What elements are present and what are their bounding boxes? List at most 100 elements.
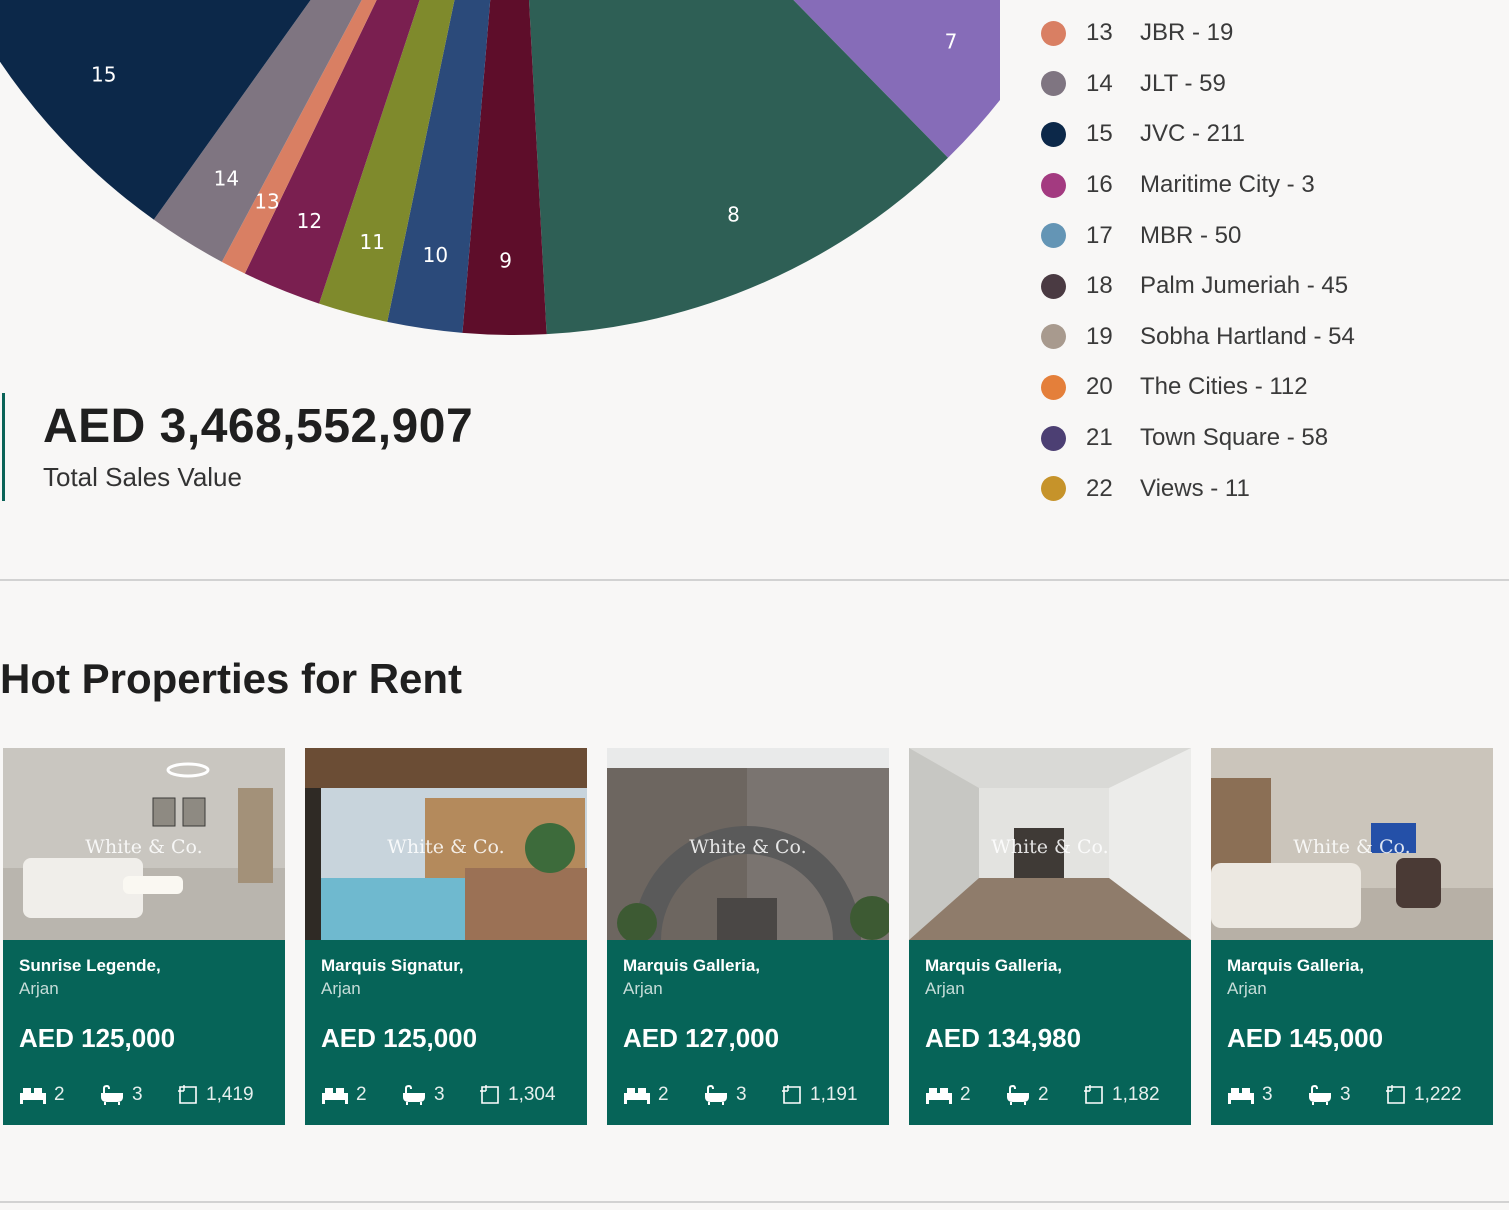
property-card[interactable]: White & Co. Sunrise Legende, Arjan AED 1… (3, 748, 285, 1125)
size-sqft: 1,304 (508, 1084, 556, 1105)
section-title: Hot Properties for Rent (0, 655, 463, 702)
bed-icon (1228, 1088, 1254, 1104)
property-photo[interactable]: White & Co. (3, 748, 285, 940)
pie-label-10: 10 (423, 243, 448, 267)
property-area: Arjan (1227, 979, 1267, 998)
section-divider (0, 579, 1509, 581)
beds-count: 2 (658, 1084, 669, 1105)
size-sqft: 1,419 (206, 1084, 254, 1105)
baths-count: 3 (434, 1084, 445, 1105)
legend-label: JVC - 211 (1140, 120, 1245, 148)
legend-label: Sobha Hartland - 54 (1140, 322, 1355, 350)
property-price: AED 125,000 (19, 1023, 176, 1053)
bathtub-icon (1309, 1085, 1331, 1105)
property-name[interactable]: Marquis Galleria, (623, 956, 873, 976)
beds-feature: 2 (321, 1084, 401, 1106)
property-price: AED 134,980 (925, 1023, 1082, 1053)
property-name[interactable]: Marquis Signatur, (321, 956, 571, 976)
legend-item[interactable]: 14 JLT - 59 (1041, 59, 1355, 110)
area-icon (1386, 1085, 1405, 1104)
legend-color-dot (1041, 20, 1066, 46)
watermark-text: White & Co. (387, 836, 505, 858)
legend-number: 14 (1086, 69, 1113, 97)
property-price: AED 127,000 (623, 1023, 780, 1053)
legend-color-dot (1041, 324, 1066, 350)
legend-color-dot (1041, 425, 1066, 451)
beds-count: 2 (54, 1084, 65, 1105)
baths-count: 3 (1340, 1084, 1351, 1105)
watermark-text: White & Co. (1293, 836, 1411, 858)
legend-color-dot (1041, 71, 1066, 97)
section-divider-bottom (0, 1201, 1509, 1203)
property-photo[interactable]: White & Co. (909, 748, 1191, 940)
property-card[interactable]: White & Co. Marquis Signatur, Arjan AED … (305, 748, 587, 1125)
size-feature: 1,222 (1385, 1084, 1462, 1106)
legend-label: JLT - 59 (1140, 69, 1226, 97)
legend-label: Palm Jumeriah - 45 (1140, 272, 1349, 300)
property-card[interactable]: White & Co. Marquis Galleria, Arjan AED … (1211, 748, 1493, 1125)
bed-icon (20, 1088, 46, 1104)
baths-feature: 2 (1005, 1084, 1083, 1106)
legend-number: 18 (1086, 272, 1113, 300)
property-area: Arjan (321, 979, 361, 998)
baths-feature: 3 (1307, 1084, 1385, 1106)
legend-item[interactable]: 22 Views - 11 (1041, 463, 1355, 514)
legend-label: Town Square - 58 (1140, 424, 1329, 452)
legend-label: The Cities - 112 (1140, 373, 1308, 401)
legend-item[interactable]: 18 Palm Jumeriah - 45 (1041, 261, 1355, 312)
legend-item[interactable]: 13 JBR - 19 (1041, 8, 1355, 59)
bathtub-icon (1007, 1085, 1029, 1105)
property-name[interactable]: Marquis Galleria, (1227, 956, 1477, 976)
pie-label-11: 11 (359, 230, 384, 254)
legend-number: 15 (1086, 120, 1113, 148)
area-icon (178, 1085, 197, 1104)
pie-label-15: 15 (91, 63, 116, 87)
bathtub-icon (101, 1085, 123, 1105)
pie-chart: 789101112131415 (0, 0, 1000, 335)
property-area: Arjan (19, 979, 59, 998)
property-name[interactable]: Marquis Galleria, (925, 956, 1175, 976)
baths-feature: 3 (401, 1084, 479, 1106)
legend-item[interactable]: 16 Maritime City - 3 (1041, 160, 1355, 211)
legend-color-dot (1041, 273, 1066, 299)
baths-feature: 3 (703, 1084, 781, 1106)
size-feature: 1,419 (177, 1084, 254, 1106)
size-sqft: 1,182 (1112, 1084, 1160, 1105)
legend-item[interactable]: 21 Town Square - 58 (1041, 413, 1355, 464)
total-sales-label: Total Sales Value (43, 462, 242, 492)
legend-item[interactable]: 15 JVC - 211 (1041, 109, 1355, 160)
property-area: Arjan (925, 979, 965, 998)
property-card[interactable]: White & Co. Marquis Galleria, Arjan AED … (909, 748, 1191, 1125)
property-cards: White & Co. Sunrise Legende, Arjan AED 1… (3, 748, 1493, 1125)
pie-label-12: 12 (297, 209, 322, 233)
beds-feature: 3 (1227, 1084, 1307, 1106)
property-features: 3 3 1,222 (1227, 1084, 1477, 1106)
property-price: AED 125,000 (321, 1023, 478, 1053)
size-feature: 1,182 (1083, 1084, 1160, 1106)
bed-icon (926, 1088, 952, 1104)
bed-icon (624, 1088, 650, 1104)
watermark-text: White & Co. (689, 836, 807, 858)
property-name[interactable]: Sunrise Legende, (19, 956, 269, 976)
legend-label: MBR - 50 (1140, 221, 1242, 249)
size-sqft: 1,191 (810, 1084, 858, 1105)
property-photo[interactable]: White & Co. (607, 748, 889, 940)
area-icon (782, 1085, 801, 1104)
legend-item[interactable]: 20 The Cities - 112 (1041, 362, 1355, 413)
property-photo[interactable]: White & Co. (305, 748, 587, 940)
pie-label-8: 8 (727, 203, 740, 227)
beds-count: 2 (960, 1084, 971, 1105)
pie-label-7: 7 (945, 30, 958, 54)
size-feature: 1,191 (781, 1084, 858, 1106)
legend-number: 22 (1086, 474, 1113, 502)
legend-item[interactable]: 19 Sobha Hartland - 54 (1041, 312, 1355, 363)
area-icon (480, 1085, 499, 1104)
property-features: 2 2 1,182 (925, 1084, 1175, 1106)
property-card[interactable]: White & Co. Marquis Galleria, Arjan AED … (607, 748, 889, 1125)
watermark-text: White & Co. (85, 836, 203, 858)
legend-label: Maritime City - 3 (1140, 171, 1315, 199)
legend-number: 21 (1086, 424, 1113, 452)
beds-feature: 2 (623, 1084, 703, 1106)
legend-item[interactable]: 17 MBR - 50 (1041, 210, 1355, 261)
property-photo[interactable]: White & Co. (1211, 748, 1493, 940)
